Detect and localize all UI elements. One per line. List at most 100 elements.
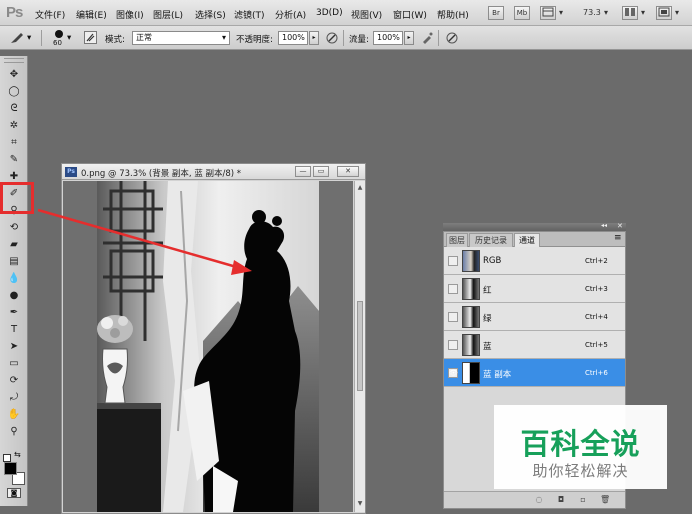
delete-channel-icon[interactable]: 🗑: [600, 495, 610, 505]
type-tool-icon[interactable]: T: [6, 323, 22, 337]
tab-layers[interactable]: 图层: [446, 233, 468, 247]
path-select-tool-icon[interactable]: ➤: [6, 340, 22, 354]
grid-icon: [542, 7, 554, 17]
arrange-documents-button[interactable]: [622, 6, 638, 20]
brush-tip-icon[interactable]: [55, 30, 63, 38]
brush-panel-toggle-button[interactable]: [84, 31, 97, 44]
menu-item[interactable]: 图层(L): [153, 8, 183, 21]
eraser-tool-icon[interactable]: ▰: [6, 238, 22, 252]
quick-mask-icon[interactable]: ◙: [7, 488, 21, 498]
panel-collapse-icon[interactable]: ◂◂: [601, 222, 607, 229]
channel-shortcut: Ctrl+4: [585, 313, 608, 321]
tab-channels[interactable]: 通道: [514, 233, 540, 247]
blur-tool-icon[interactable]: 💧: [6, 272, 22, 286]
channel-row[interactable]: 绿 Ctrl+4: [444, 303, 625, 331]
options-separator: [343, 30, 344, 46]
zoom-tool-icon[interactable]: ⚲: [6, 425, 22, 439]
opacity-slider-arrow-icon[interactable]: ▸: [309, 31, 319, 45]
pressure-opacity-icon[interactable]: [325, 31, 339, 45]
menu-item[interactable]: 编辑(E): [76, 8, 107, 21]
hand-tool-icon[interactable]: ✋: [6, 408, 22, 422]
bridge-button[interactable]: Br: [488, 6, 504, 20]
save-selection-icon[interactable]: ◘: [556, 495, 566, 505]
brush-preset-icon[interactable]: [9, 31, 25, 45]
view-extras-button[interactable]: [540, 6, 556, 20]
marquee-tool-icon[interactable]: ◯: [6, 85, 22, 99]
channel-visibility-toggle[interactable]: [448, 284, 458, 294]
channel-row[interactable]: 蓝 Ctrl+5: [444, 331, 625, 359]
shape-tool-icon[interactable]: ▭: [6, 357, 22, 371]
channel-thumbnail: [462, 334, 480, 356]
airbrush-icon[interactable]: [420, 31, 434, 45]
panel-tab-bar: 图层 历史记录 通道 ≡: [444, 232, 625, 247]
menu-item[interactable]: 选择(S): [195, 8, 226, 21]
scroll-up-icon[interactable]: ▲: [356, 183, 364, 192]
options-separator: [438, 30, 439, 46]
document-title: 0.png @ 73.3% (背景 副本, 蓝 副本/8) *: [81, 169, 242, 179]
pen-tool-icon[interactable]: ✒: [6, 306, 22, 320]
channel-row[interactable]: 👁 蓝 副本 Ctrl+6: [444, 359, 625, 387]
dodge-tool-icon[interactable]: ●: [6, 289, 22, 303]
default-colors-icon[interactable]: [3, 454, 11, 462]
mode-select[interactable]: 正常 ▾: [132, 31, 230, 45]
menu-item[interactable]: 帮助(H): [437, 8, 469, 21]
document-close-button[interactable]: ✕: [337, 166, 359, 177]
brush-preset-dropdown-icon[interactable]: ▾: [27, 33, 31, 43]
menu-item[interactable]: 3D(D): [316, 8, 343, 18]
zoom-dropdown-icon[interactable]: ▾: [604, 8, 608, 17]
brush-size-dropdown-icon[interactable]: ▾: [67, 33, 71, 43]
move-tool-icon[interactable]: ✥: [6, 68, 22, 82]
document-ps-badge-icon: Ps: [65, 167, 77, 177]
history-brush-tool-icon[interactable]: ⟲: [6, 221, 22, 235]
menu-item[interactable]: 图像(I): [116, 8, 144, 21]
pressure-size-icon[interactable]: [445, 31, 459, 45]
channel-row[interactable]: 红 Ctrl+3: [444, 275, 625, 303]
channel-row[interactable]: RGB Ctrl+2: [444, 247, 625, 275]
crop-tool-icon[interactable]: ⌗: [6, 136, 22, 150]
photoshop-logo: Ps: [6, 4, 23, 21]
channel-visibility-toggle[interactable]: [448, 312, 458, 322]
eyedropper-tool-icon[interactable]: ✎: [6, 153, 22, 167]
3d-orbit-tool-icon[interactable]: ⤾: [6, 391, 22, 405]
new-channel-icon[interactable]: ▫: [578, 495, 588, 505]
channel-visibility-toggle[interactable]: [448, 256, 458, 266]
channel-shortcut: Ctrl+2: [585, 257, 608, 265]
zoom-level[interactable]: 73.3: [583, 8, 601, 17]
lasso-tool-icon[interactable]: ᘓ: [6, 102, 22, 116]
flow-slider-arrow-icon[interactable]: ▸: [404, 31, 414, 45]
scroll-down-icon[interactable]: ▼: [356, 499, 364, 508]
toolbox-grip[interactable]: [4, 58, 24, 63]
channel-name: 蓝 副本: [483, 370, 512, 380]
channel-thumbnail: [462, 278, 480, 300]
screen-mode-dropdown-icon[interactable]: ▾: [675, 8, 679, 17]
menu-item[interactable]: 滤镜(T): [234, 8, 265, 21]
flow-input[interactable]: 100%: [373, 31, 403, 45]
menu-item[interactable]: 窗口(W): [393, 8, 427, 21]
document-minimize-button[interactable]: —: [295, 166, 311, 177]
document-vertical-scrollbar[interactable]: ▲ ▼: [354, 181, 365, 512]
panel-menu-icon[interactable]: ≡: [614, 233, 622, 243]
gradient-tool-icon[interactable]: ▤: [6, 255, 22, 269]
3d-rotate-tool-icon[interactable]: ⟳: [6, 374, 22, 388]
load-selection-icon[interactable]: ◌: [534, 495, 544, 505]
document-canvas[interactable]: [63, 181, 353, 512]
view-extras-dropdown-icon[interactable]: ▾: [559, 8, 563, 17]
mini-bridge-button[interactable]: Mb: [514, 6, 530, 20]
channel-visibility-toggle[interactable]: 👁: [448, 368, 458, 378]
panel-close-icon[interactable]: ✕: [617, 222, 623, 230]
channel-visibility-toggle[interactable]: [448, 340, 458, 350]
opacity-input[interactable]: 100%: [278, 31, 308, 45]
flow-label: 流量:: [349, 35, 369, 45]
menu-item[interactable]: 分析(A): [275, 8, 306, 21]
foreground-color-swatch[interactable]: [4, 462, 17, 475]
menu-item[interactable]: 视图(V): [351, 8, 382, 21]
scroll-thumb[interactable]: [357, 301, 363, 391]
quick-select-tool-icon[interactable]: ✲: [6, 119, 22, 133]
menu-item[interactable]: 文件(F): [35, 8, 65, 21]
document-title-bar[interactable]: Ps 0.png @ 73.3% (背景 副本, 蓝 副本/8) * — ▭ ✕: [62, 164, 365, 180]
arrange-dropdown-icon[interactable]: ▾: [641, 8, 645, 17]
swap-colors-icon[interactable]: ⇆: [14, 450, 21, 459]
tab-history[interactable]: 历史记录: [469, 233, 513, 247]
document-restore-button[interactable]: ▭: [313, 166, 329, 177]
screen-mode-button[interactable]: [656, 6, 672, 20]
